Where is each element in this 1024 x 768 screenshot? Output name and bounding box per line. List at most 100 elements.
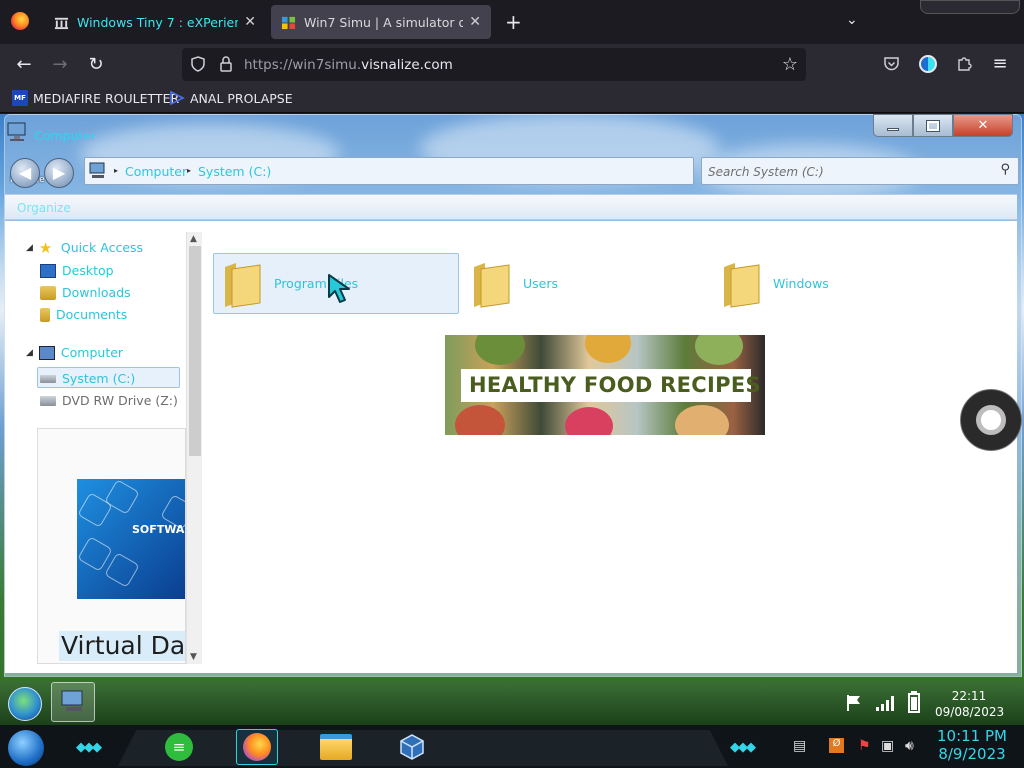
nav-dvd-drive[interactable]: DVD RW Drive (Z:)	[40, 393, 178, 408]
food-plate	[695, 335, 743, 365]
star-icon: ★	[38, 238, 53, 257]
forward-icon[interactable]: →	[48, 54, 72, 75]
chevron-right-icon[interactable]: ▸	[187, 166, 191, 175]
tray-volume-icon[interactable]: 🔊︎	[905, 738, 914, 754]
search-field[interactable]: Search System (C:) ⚲	[701, 157, 1019, 185]
tab-windows-tiny-7[interactable]: Windows Tiny 7 : eXPerience : I ✕	[44, 5, 266, 39]
search-icon[interactable]: ⚲	[1000, 162, 1010, 177]
extensions-puzzle-icon[interactable]	[956, 55, 973, 72]
computer-icon	[7, 122, 26, 141]
simulated-clock[interactable]: 22:11 09/08/2023	[935, 688, 1004, 720]
search-placeholder: Search System (C:)	[708, 165, 824, 179]
dock-decoration-icon: ◆◆◆	[730, 740, 756, 755]
taskbar-file-explorer-app[interactable]	[315, 729, 357, 765]
food-banner-ad[interactable]: HEALTHY FOOD RECIPES	[445, 335, 765, 435]
ad-title[interactable]: Virtual Da	[59, 631, 185, 661]
ad-hexagon	[77, 536, 113, 572]
computer-icon	[89, 162, 105, 178]
new-tab-button[interactable]: +	[505, 10, 522, 34]
tray-flag-alert-icon[interactable]: ⚑	[858, 738, 871, 754]
lock-icon[interactable]	[218, 55, 234, 73]
scroll-up-icon[interactable]: ▲	[190, 234, 197, 244]
firefox-icon[interactable]	[11, 12, 29, 30]
computer-icon	[61, 690, 83, 711]
food-plate	[585, 335, 631, 363]
tray-app-icon[interactable]: Ø	[829, 738, 844, 753]
nav-pane-scrollbar[interactable]: ▲ ▼	[186, 232, 202, 664]
scrollbar-thumb[interactable]	[189, 246, 201, 456]
host-clock-time: 10:11 PM	[937, 727, 1007, 745]
folder-users[interactable]: Users	[463, 253, 709, 314]
expand-arrow-icon[interactable]: ◢	[26, 348, 33, 358]
folder-windows[interactable]: Windows	[713, 253, 959, 314]
start-orb-icon[interactable]	[8, 687, 42, 721]
list-all-tabs-icon[interactable]: ⌄	[846, 12, 858, 28]
breadcrumb-system-c[interactable]: System (C:)	[198, 164, 271, 179]
network-signal-icon[interactable]	[875, 694, 895, 712]
address-bar[interactable]: ▸ Computer ▸ System (C:)	[84, 157, 694, 185]
task-view-icon[interactable]: ▤	[793, 738, 806, 754]
nav-documents[interactable]: Documents	[40, 307, 127, 322]
nav-quick-access[interactable]: ◢ ★ Quick Access	[26, 240, 143, 255]
dock-decoration-icon: ◆◆◆	[76, 740, 102, 755]
virtualbox-icon	[400, 734, 424, 760]
ad-image-text: SOFTWARE	[132, 523, 185, 536]
reload-icon[interactable]: ↻	[84, 54, 108, 75]
banner-title: HEALTHY FOOD RECIPES	[469, 373, 761, 397]
taskbar-firefox-app[interactable]	[236, 729, 278, 765]
nav-label: Quick Access	[60, 240, 144, 255]
tab-win7-simu[interactable]: Win7 Simu | A simulator of Win ✕	[271, 5, 491, 39]
bookmark-anal-prolapse[interactable]: ANAL PROLAPSE	[169, 90, 293, 106]
taskbar-explorer-button[interactable]	[51, 682, 95, 722]
folder-icon	[724, 262, 760, 308]
close-tab-icon[interactable]: ✕	[244, 14, 256, 30]
forward-arrow-icon[interactable]: ▶	[44, 158, 74, 188]
ad-widget[interactable]: SOFTWARE Virtual Da	[37, 428, 186, 664]
ad-hexagon	[104, 552, 140, 588]
close-window-button[interactable]: ✕	[953, 114, 1013, 137]
bookmark-mediafire-rouletter[interactable]: MF MEDIAFIRE ROULETTER	[12, 90, 179, 106]
assist-circle-icon	[976, 405, 1006, 435]
nav-label: Documents	[56, 307, 128, 322]
documents-icon	[40, 307, 50, 322]
host-clock[interactable]: 10:11 PM 8/9/2023	[932, 727, 1012, 763]
dvd-drive-icon	[40, 395, 56, 406]
notes-app-icon: ≡	[165, 733, 193, 761]
food-plate	[565, 407, 613, 435]
floating-assist-button[interactable]	[960, 389, 1022, 451]
drive-icon	[40, 374, 56, 383]
close-tab-icon[interactable]: ✕	[469, 14, 481, 30]
battery-icon[interactable]	[907, 690, 921, 714]
organize-menu[interactable]: Organize	[17, 201, 71, 215]
url-text[interactable]: https://win7simu.visnalize.com	[244, 57, 453, 73]
back-icon[interactable]: ←	[12, 54, 36, 75]
taskbar-notes-app[interactable]: ≡	[158, 729, 200, 765]
back-arrow-icon[interactable]: ◀	[10, 158, 40, 188]
bookmark-star-icon[interactable]: ☆	[778, 54, 802, 75]
tray-network-icon[interactable]: ▣	[881, 738, 894, 754]
host-start-orb-icon[interactable]	[8, 730, 44, 766]
food-plate	[455, 405, 505, 435]
pocket-icon[interactable]	[883, 56, 900, 72]
menu-icon[interactable]: ≡	[988, 53, 1012, 74]
chevron-right-icon[interactable]: ▸	[114, 166, 118, 175]
url-prefix: https://win7simu.	[244, 57, 362, 73]
extension-icon[interactable]	[919, 55, 937, 73]
expand-arrow-icon[interactable]: ◢	[26, 243, 33, 253]
clock-time: 22:11	[951, 689, 987, 703]
nav-label: System (C:)	[62, 371, 136, 386]
downloads-icon	[40, 285, 56, 300]
shield-icon[interactable]	[190, 56, 206, 72]
taskbar-virtualbox-app[interactable]	[391, 729, 433, 765]
scroll-down-icon[interactable]: ▼	[190, 652, 197, 662]
nav-system-c[interactable]: System (C:)	[40, 371, 135, 386]
firefox-app-icon	[243, 733, 271, 761]
nav-desktop[interactable]: Desktop	[40, 263, 114, 278]
flag-icon[interactable]	[845, 694, 863, 712]
desktop-icon	[40, 263, 56, 278]
maximize-button[interactable]	[913, 114, 953, 137]
nav-computer[interactable]: ◢ Computer	[26, 345, 123, 360]
breadcrumb-computer[interactable]: Computer	[125, 164, 187, 179]
nav-downloads[interactable]: Downloads	[40, 285, 131, 300]
minimize-button[interactable]	[873, 114, 913, 137]
